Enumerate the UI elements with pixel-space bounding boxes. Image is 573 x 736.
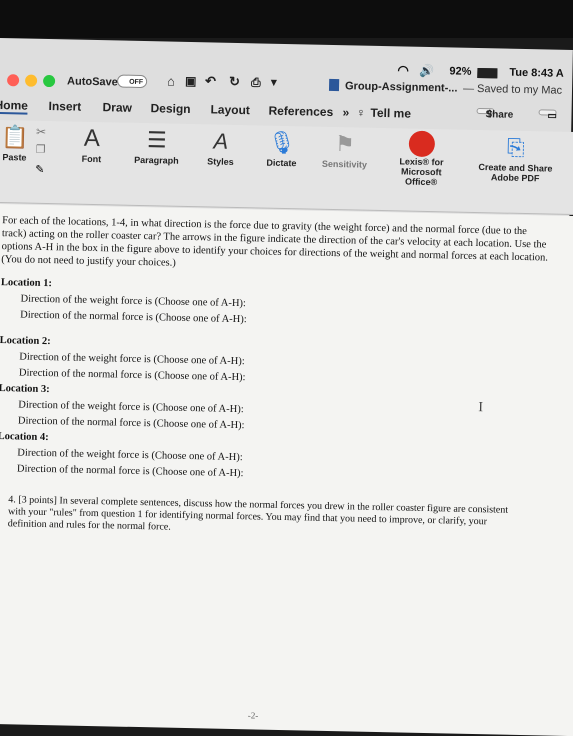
- undo-icon[interactable]: ↶: [205, 73, 216, 89]
- location-3-weight: Direction of the weight force is (Choose…: [18, 399, 244, 416]
- screen: ◠ 🔊 92% Tue 8:43 A AutoSave OFF ⌂ ▣ ↶ ↻ …: [0, 38, 573, 736]
- sensitivity-icon: ⚑: [334, 131, 355, 157]
- ribbon-home: 📋 Paste ✂ ❐ ✎ A Font ☰ Paragraph A Style…: [0, 119, 573, 216]
- customize-icon[interactable]: ▾: [271, 76, 277, 89]
- styles-icon: A: [213, 128, 229, 154]
- more-tabs-icon[interactable]: »: [342, 105, 349, 119]
- copy-icon[interactable]: ❐: [36, 143, 46, 156]
- saved-status: — Saved to my Mac: [462, 82, 563, 97]
- minimize-window-button[interactable]: [24, 74, 38, 87]
- intro-paragraph: For each of the locations, 1-4, in what …: [1, 215, 549, 269]
- tell-me-search[interactable]: Tell me: [370, 106, 411, 121]
- share-label: Share: [485, 109, 514, 121]
- monitor-bezel: [0, 0, 573, 38]
- location-4-label: Location 4:: [0, 431, 49, 444]
- comment-icon: ▭: [547, 110, 558, 122]
- location-2-label: Location 2:: [0, 335, 51, 348]
- location-2-normal: Direction of the normal force is (Choose…: [18, 367, 246, 384]
- pdf-icon: ⎘: [506, 134, 525, 161]
- location-4-weight: Direction of the weight force is (Choose…: [17, 447, 243, 464]
- lexis-label: Lexis® for Microsoft Office®: [399, 156, 444, 188]
- sensitivity-label: Sensitivity: [321, 158, 368, 170]
- font-icon: A: [83, 124, 101, 153]
- tab-insert[interactable]: Insert: [48, 99, 81, 114]
- paste-label: Paste: [2, 152, 27, 163]
- sensitivity-button[interactable]: ⚑ Sensitivity: [319, 129, 370, 170]
- align-icon: ☰: [146, 127, 168, 153]
- lexis-icon: [408, 130, 436, 158]
- page-number: -2-: [247, 710, 259, 721]
- location-3-normal: Direction of the normal force is (Choose…: [17, 415, 245, 432]
- location-1-label: Location 1:: [0, 277, 53, 290]
- autosave-label: AutoSave: [66, 75, 118, 89]
- paragraph-label: Paragraph: [134, 154, 179, 166]
- create-share-pdf-button[interactable]: ⎘ Create and Share Adobe PDF: [477, 132, 554, 184]
- maximize-window-button[interactable]: [42, 74, 56, 88]
- font-label: Font: [81, 153, 102, 165]
- styles-label: Styles: [207, 156, 234, 167]
- question-4: 4. [3 points] In several complete senten…: [7, 494, 509, 533]
- tab-references[interactable]: References: [268, 104, 333, 119]
- save-icon[interactable]: ▣: [185, 74, 197, 88]
- styles-button[interactable]: A Styles: [203, 126, 238, 167]
- document-title[interactable]: Group-Assignment-...: [345, 80, 458, 94]
- location-2-weight: Direction of the weight force is (Choose…: [19, 351, 245, 368]
- format-painter-icon[interactable]: ✎: [35, 163, 44, 176]
- document-page[interactable]: For each of the locations, 1-4, in what …: [0, 203, 573, 736]
- comments-button[interactable]: ▭: [538, 109, 557, 122]
- paste-button[interactable]: 📋 Paste: [0, 122, 30, 163]
- word-doc-icon: [328, 78, 340, 92]
- print-icon[interactable]: ⎙: [251, 75, 261, 90]
- tab-design[interactable]: Design: [150, 101, 190, 116]
- share-button[interactable]: ⇪ Share: [476, 107, 513, 121]
- home-icon[interactable]: ⌂: [167, 74, 175, 89]
- tab-layout[interactable]: Layout: [210, 102, 250, 117]
- lexis-button[interactable]: Lexis® for Microsoft Office®: [385, 130, 458, 187]
- tab-home[interactable]: Home: [0, 97, 29, 115]
- create-share-label: Create and Share Adobe PDF: [478, 162, 553, 184]
- dictate-button[interactable]: 🎙 Dictate: [261, 128, 302, 169]
- location-1-weight: Direction of the weight force is (Choose…: [20, 293, 247, 310]
- microphone-icon: 🎙: [267, 129, 297, 156]
- autosave-state: OFF: [129, 78, 144, 87]
- font-button[interactable]: A Font: [71, 124, 112, 165]
- location-3-label: Location 3:: [0, 383, 50, 396]
- location-1-normal: Direction of the normal force is (Choose…: [20, 309, 247, 326]
- clipboard-icon: 📋: [0, 124, 29, 150]
- lightbulb-icon[interactable]: ♀: [356, 105, 365, 119]
- close-window-button[interactable]: [6, 74, 20, 87]
- text-cursor-icon: I: [478, 400, 484, 416]
- redo-icon[interactable]: ↻: [229, 74, 240, 90]
- tab-draw[interactable]: Draw: [102, 100, 132, 115]
- dictate-label: Dictate: [266, 157, 297, 169]
- cut-icon[interactable]: ✂: [36, 125, 46, 139]
- autosave-toggle[interactable]: OFF: [116, 74, 148, 89]
- location-4-normal: Direction of the normal force is (Choose…: [16, 463, 244, 480]
- paragraph-button[interactable]: ☰ Paragraph: [131, 125, 182, 166]
